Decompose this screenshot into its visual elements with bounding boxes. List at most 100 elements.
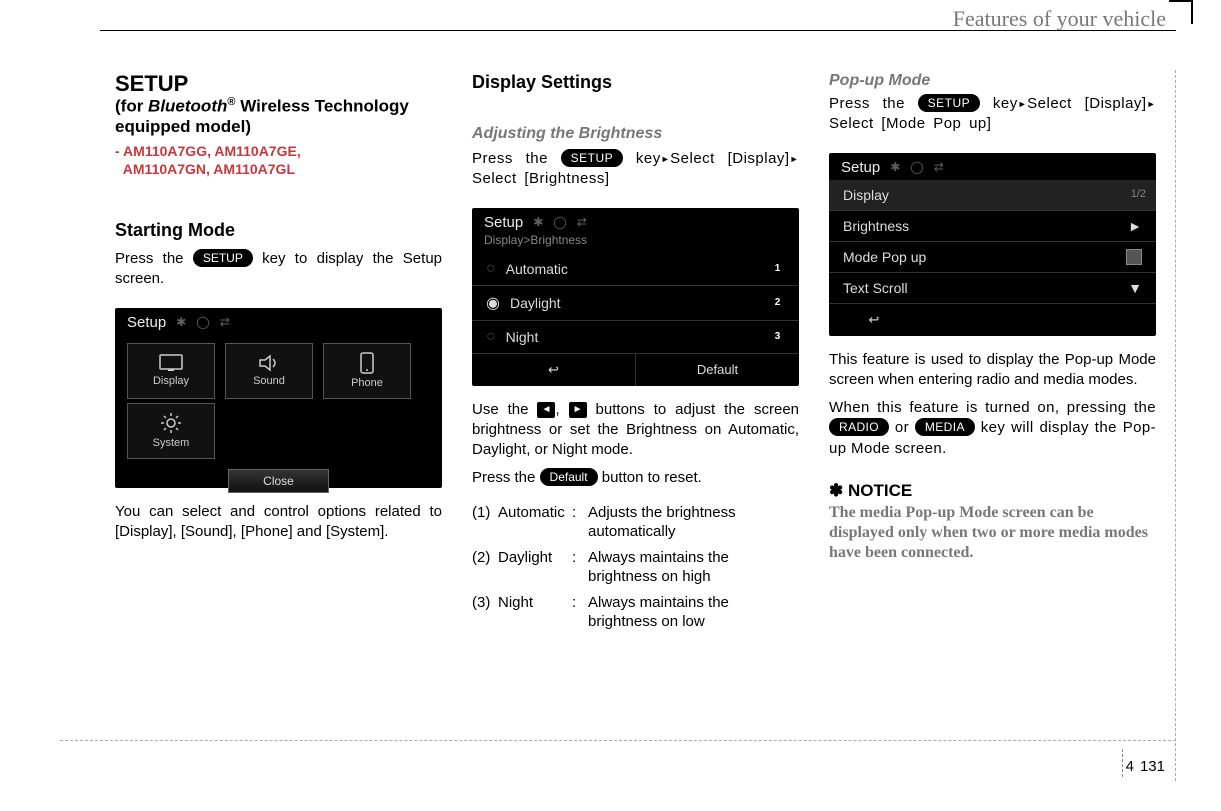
bottom-dashed-line	[60, 740, 1176, 741]
chapter-title: Features of your vehicle	[953, 6, 1166, 32]
header-rule	[100, 30, 1176, 31]
circle-status-icon: ◯	[553, 215, 566, 229]
option-night[interactable]: ○Night 3	[472, 320, 799, 353]
default-button[interactable]: Default	[635, 354, 799, 386]
legend-num-1: (1)	[472, 503, 498, 542]
right-triangle-icon	[1147, 95, 1156, 112]
sub-for: (for	[115, 97, 148, 116]
models-line-1: AM110A7GG, AM110A7GE,	[123, 143, 301, 159]
column-2: Display Settings Adjusting the Brightnes…	[472, 72, 799, 731]
legend-item-1: (1) Automatic:Adjusts the brightness aut…	[472, 503, 799, 542]
setup-keycap: SETUP	[918, 94, 981, 112]
use-2: ,	[555, 401, 568, 418]
para2b: or	[889, 419, 915, 436]
setup-keycap: SETUP	[561, 149, 624, 167]
setup-home-screenshot: Setup ✱ ◯ ⇄ Display Sound	[115, 308, 442, 488]
applicable-models: - AM110A7GG, AM110A7GE, AM110A7GN, AM110…	[115, 142, 442, 178]
sound-icon	[257, 354, 281, 372]
press-the: Press the	[472, 150, 561, 167]
setup-tiles-row-1: Display Sound Phone	[115, 335, 442, 403]
setup-footer-text: You can select and control options relat…	[115, 502, 442, 543]
display-settings-heading: Display Settings	[472, 72, 799, 93]
legend-term-1: Automatic	[498, 503, 568, 542]
page-number-divider	[1122, 749, 1123, 777]
page-fraction: 1/2	[1131, 188, 1146, 200]
back-icon: ↩	[548, 362, 559, 377]
right-triangle-icon	[790, 150, 799, 167]
chapter-number: 4	[1126, 758, 1134, 775]
display-menu-screenshot: Setup ✱ ◯ ⇄ Display 1/2 Brightness ►	[829, 153, 1156, 336]
popup-feature-para-2: When this feature is turned on, pressing…	[829, 398, 1156, 459]
bluetooth-status-icon: ✱	[176, 315, 186, 329]
connector-status-icon: ⇄	[577, 215, 587, 229]
display-header-row: Display 1/2	[829, 180, 1156, 210]
gear-icon	[160, 412, 182, 434]
starting-mode-text: Press the SETUP key to display the Setup…	[115, 249, 442, 290]
row-mode-popup[interactable]: Mode Pop up	[829, 241, 1156, 272]
option-automatic[interactable]: ○Automatic 1	[472, 253, 799, 285]
legend-term-2: Daylight	[498, 548, 568, 587]
corner-bracket-decoration	[1169, 0, 1193, 24]
setup-subheading: (for Bluetooth® Wireless Technology equi…	[115, 96, 442, 137]
sound-tile[interactable]: Sound	[225, 343, 313, 399]
row-brightness[interactable]: Brightness ►	[829, 210, 1156, 241]
bluetooth-status-icon: ✱	[533, 215, 543, 229]
use-buttons-para: Use the ◄, ► buttons to adjust the scree…	[472, 400, 799, 461]
breadcrumb: Display>Brightness	[472, 231, 799, 253]
system-tile[interactable]: System	[127, 403, 215, 459]
screenshot-footer: ↩ Default	[472, 353, 799, 386]
screenshot-footer: ↩	[829, 303, 1156, 336]
chevron-down-icon: ▼	[1128, 280, 1142, 296]
notice-body: The media Pop-up Mode screen can be disp…	[829, 503, 1156, 563]
callout-3: 3	[770, 329, 785, 344]
back-button[interactable]: ↩	[829, 304, 919, 336]
option-automatic-label: Automatic	[506, 261, 568, 277]
bluetooth-word: Bluetooth	[148, 97, 227, 116]
select-modepopup: Select [Mode Pop up]	[829, 115, 991, 132]
close-row: Close	[115, 463, 442, 503]
row-text-scroll[interactable]: Text Scroll ▼	[829, 272, 1156, 303]
popup-mode-heading: Pop-up Mode	[829, 72, 1156, 90]
right-triangle-icon	[1018, 95, 1027, 112]
right-arrow-button: ►	[569, 402, 587, 418]
left-arrow-button: ◄	[537, 402, 555, 418]
phone-icon	[358, 352, 376, 374]
bluetooth-status-icon: ✱	[890, 160, 900, 174]
media-keycap: MEDIA	[915, 418, 975, 436]
back-icon: ↩	[869, 312, 880, 327]
phone-tile[interactable]: Phone	[323, 343, 411, 399]
page-number: 4 131	[1126, 758, 1165, 775]
screenshot-title: Setup	[484, 214, 523, 231]
connector-status-icon: ⇄	[934, 160, 944, 174]
key-word: key	[623, 150, 661, 167]
back-button[interactable]: ↩	[472, 354, 635, 386]
option-daylight[interactable]: ◉Daylight 2	[472, 285, 799, 320]
phone-tile-label: Phone	[351, 377, 383, 389]
manual-page: Features of your vehicle SETUP (for Blue…	[0, 0, 1221, 811]
callout-1: 1	[770, 261, 785, 276]
checkbox-on-icon	[1126, 249, 1142, 265]
setup-keycap: SETUP	[193, 249, 253, 267]
adjusting-brightness-heading: Adjusting the Brightness	[472, 125, 799, 143]
press-default-2: button to reset.	[598, 469, 702, 486]
display-header-label: Display	[843, 187, 889, 203]
popup-feature-para-1: This feature is used to display the Pop-…	[829, 350, 1156, 391]
radio-keycap: RADIO	[829, 418, 889, 436]
circle-status-icon: ◯	[910, 160, 923, 174]
brightness-options-list: ○Automatic 1 ◉Daylight 2 ○Night 3	[472, 253, 799, 353]
select-display: Select [Display]	[670, 150, 789, 167]
default-keycap: Default	[540, 468, 598, 486]
display-tile[interactable]: Display	[127, 343, 215, 399]
press-the: Press the	[829, 95, 918, 112]
notice-star-icon: ✽	[829, 481, 843, 500]
brightness-options-legend: (1) Automatic:Adjusts the brightness aut…	[472, 503, 799, 638]
models-prefix: -	[115, 143, 123, 159]
close-button[interactable]: Close	[228, 469, 329, 493]
screenshot-title: Setup	[127, 314, 166, 331]
legend-def-3: Always maintains the brightness on low	[588, 593, 799, 632]
models-line-2: AM110A7GN, AM110A7GL	[123, 161, 295, 177]
right-triangle-icon	[661, 150, 670, 167]
select-display: Select [Display]	[1027, 95, 1146, 112]
popup-instruction: Press the SETUP keySelect [Display]Selec…	[829, 94, 1156, 135]
press-default-para: Press the Default button to reset.	[472, 468, 799, 488]
